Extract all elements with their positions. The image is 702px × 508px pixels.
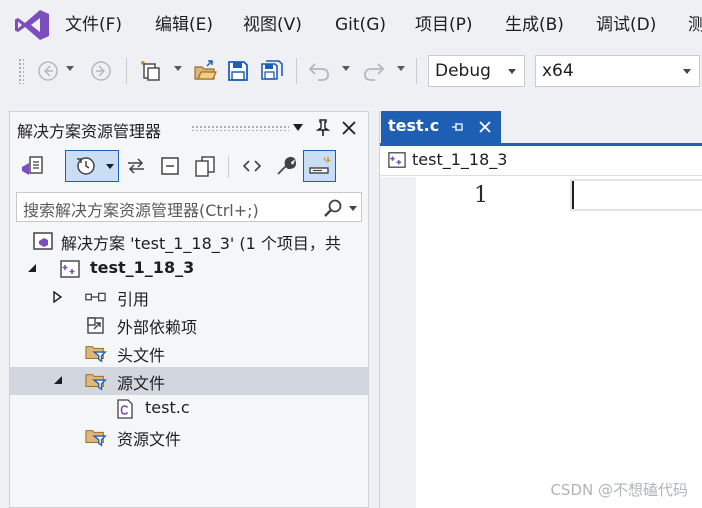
chevron-down-icon [508,69,516,74]
tree-item-resource-files[interactable]: 资源文件 [10,423,368,451]
solution-explorer-search-box[interactable]: 搜索解决方案资源管理器(Ctrl+;) [16,192,362,222]
tab-label: test.c [388,116,440,135]
new-project-dropdown-icon[interactable] [174,66,182,71]
cpp-project-icon [60,260,80,278]
search-options-dropdown-icon[interactable] [349,206,357,211]
switch-views-icon[interactable] [18,150,48,182]
solution-icon [33,232,53,250]
preview-icon [308,157,330,174]
search-placeholder: 搜索解决方案资源管理器(Ctrl+;) [23,201,259,220]
menu-edit[interactable]: 编辑(E) [155,13,213,37]
navigate-forward-icon[interactable] [89,59,113,83]
visual-studio-window: 文件(F) 编辑(E) 视图(V) Git(G) 项目(P) 生成(B) 调试(… [0,0,702,508]
solution-explorer-panel: 解决方案资源管理器 搜索解决方案资源管理器(Ctrl+;) 解决方案 'test… [9,111,369,508]
visual-studio-logo-icon[interactable] [14,9,50,41]
pin-icon[interactable] [316,119,330,137]
menu-bar: 文件(F) 编辑(E) 视图(V) Git(G) 项目(P) 生成(B) 调试(… [0,0,702,50]
solution-configuration-select[interactable]: Debug [428,55,525,87]
current-line-highlight[interactable] [570,179,702,211]
show-all-files-icon[interactable] [190,150,220,182]
pin-tab-icon[interactable] [451,120,465,134]
expanded-arrow-icon[interactable] [27,263,37,273]
cpp-project-icon [388,152,406,168]
pending-changes-filter-button[interactable] [65,150,119,182]
navigate-back-icon[interactable] [36,59,60,83]
window-position-dropdown-icon[interactable] [293,124,303,132]
watermark: CSDN @不想磕代码 [550,481,688,499]
save-all-icon[interactable] [260,59,284,83]
toolbar-separator [416,58,417,84]
filter-folder-icon [85,346,107,363]
tree-item-header-files[interactable]: 头文件 [10,339,368,367]
solution-platform-value: x64 [542,61,574,81]
sync-with-active-document-icon[interactable] [122,150,150,182]
references-label: 引用 [117,290,150,309]
tree-item-project[interactable]: test_1_18_3 [10,255,368,283]
c-source-file-icon [117,399,133,419]
code-editor: test.c test_1_18_3 1 CSDN @不想磕代码 [379,111,702,508]
tree-item-references[interactable]: 引用 [10,283,368,311]
search-icon[interactable] [323,198,343,218]
collapse-all-icon[interactable] [156,150,184,182]
clock-icon [77,157,95,175]
line-number: 1 [474,183,488,208]
preview-selected-items-button[interactable] [303,150,336,182]
menu-project[interactable]: 项目(P) [415,13,473,37]
resource-files-label: 资源文件 [117,430,182,449]
external-dependencies-label: 外部依赖项 [117,318,198,337]
undo-icon[interactable] [307,59,331,83]
tree-item-solution[interactable]: 解决方案 'test_1_18_3' (1 个项目，共 [10,227,368,255]
close-tab-icon[interactable] [478,120,492,134]
solution-platform-select[interactable]: x64 [535,55,700,87]
text-caret [572,181,574,209]
test-c-label: test.c [145,398,190,417]
toolbar-grip[interactable] [18,58,24,84]
chevron-down-icon [683,69,691,74]
menu-debug[interactable]: 调试(D) [596,13,656,37]
new-project-icon[interactable] [140,59,164,83]
filter-folder-icon [85,374,107,391]
navigate-back-dropdown-icon[interactable] [66,66,74,71]
redo-icon[interactable] [362,59,386,83]
tree-item-source-files[interactable]: 源文件 [10,367,368,395]
standard-toolbar: Debug x64 [0,50,702,92]
menu-git[interactable]: Git(G) [335,13,386,37]
solution-configuration-value: Debug [435,61,491,81]
menu-build[interactable]: 生成(B) [505,13,564,37]
menu-test[interactable]: 测 [688,13,702,37]
view-code-icon[interactable] [238,150,266,182]
header-files-label: 头文件 [117,346,166,365]
toolbar-separator [296,58,297,84]
references-icon [85,292,106,302]
expanded-arrow-icon[interactable] [53,375,63,385]
solution-explorer-header[interactable]: 解决方案资源管理器 [10,112,368,144]
nav-project-label: test_1_18_3 [412,150,508,169]
open-file-icon[interactable] [193,59,217,83]
toolbar-separator [126,58,127,84]
save-icon[interactable] [226,59,250,83]
close-icon[interactable] [342,121,356,135]
menu-view[interactable]: 视图(V) [243,13,302,37]
toolbar-separator [228,156,229,178]
external-dependencies-icon [87,317,104,334]
document-tab-strip: test.c [380,111,702,143]
solution-explorer-title: 解决方案资源管理器 [17,122,162,141]
project-label: test_1_18_3 [90,258,195,277]
collapsed-arrow-icon[interactable] [53,291,63,303]
undo-dropdown-icon[interactable] [342,66,350,71]
redo-dropdown-icon[interactable] [397,66,405,71]
filter-folder-icon [85,430,107,447]
panel-drag-grip[interactable] [191,125,289,131]
solution-label: 解决方案 'test_1_18_3' (1 个项目，共 [61,234,341,253]
tab-test-c[interactable]: test.c [381,111,501,143]
chevron-down-icon [106,164,114,169]
editor-gutter [380,177,416,508]
source-files-label: 源文件 [117,374,166,393]
tree-item-external-dependencies[interactable]: 外部依赖项 [10,311,368,339]
properties-wrench-icon[interactable] [272,150,300,182]
navigation-bar-project-dropdown[interactable]: test_1_18_3 [380,146,702,176]
tree-item-test-c[interactable]: test.c [10,395,368,423]
menu-file[interactable]: 文件(F) [65,13,122,37]
